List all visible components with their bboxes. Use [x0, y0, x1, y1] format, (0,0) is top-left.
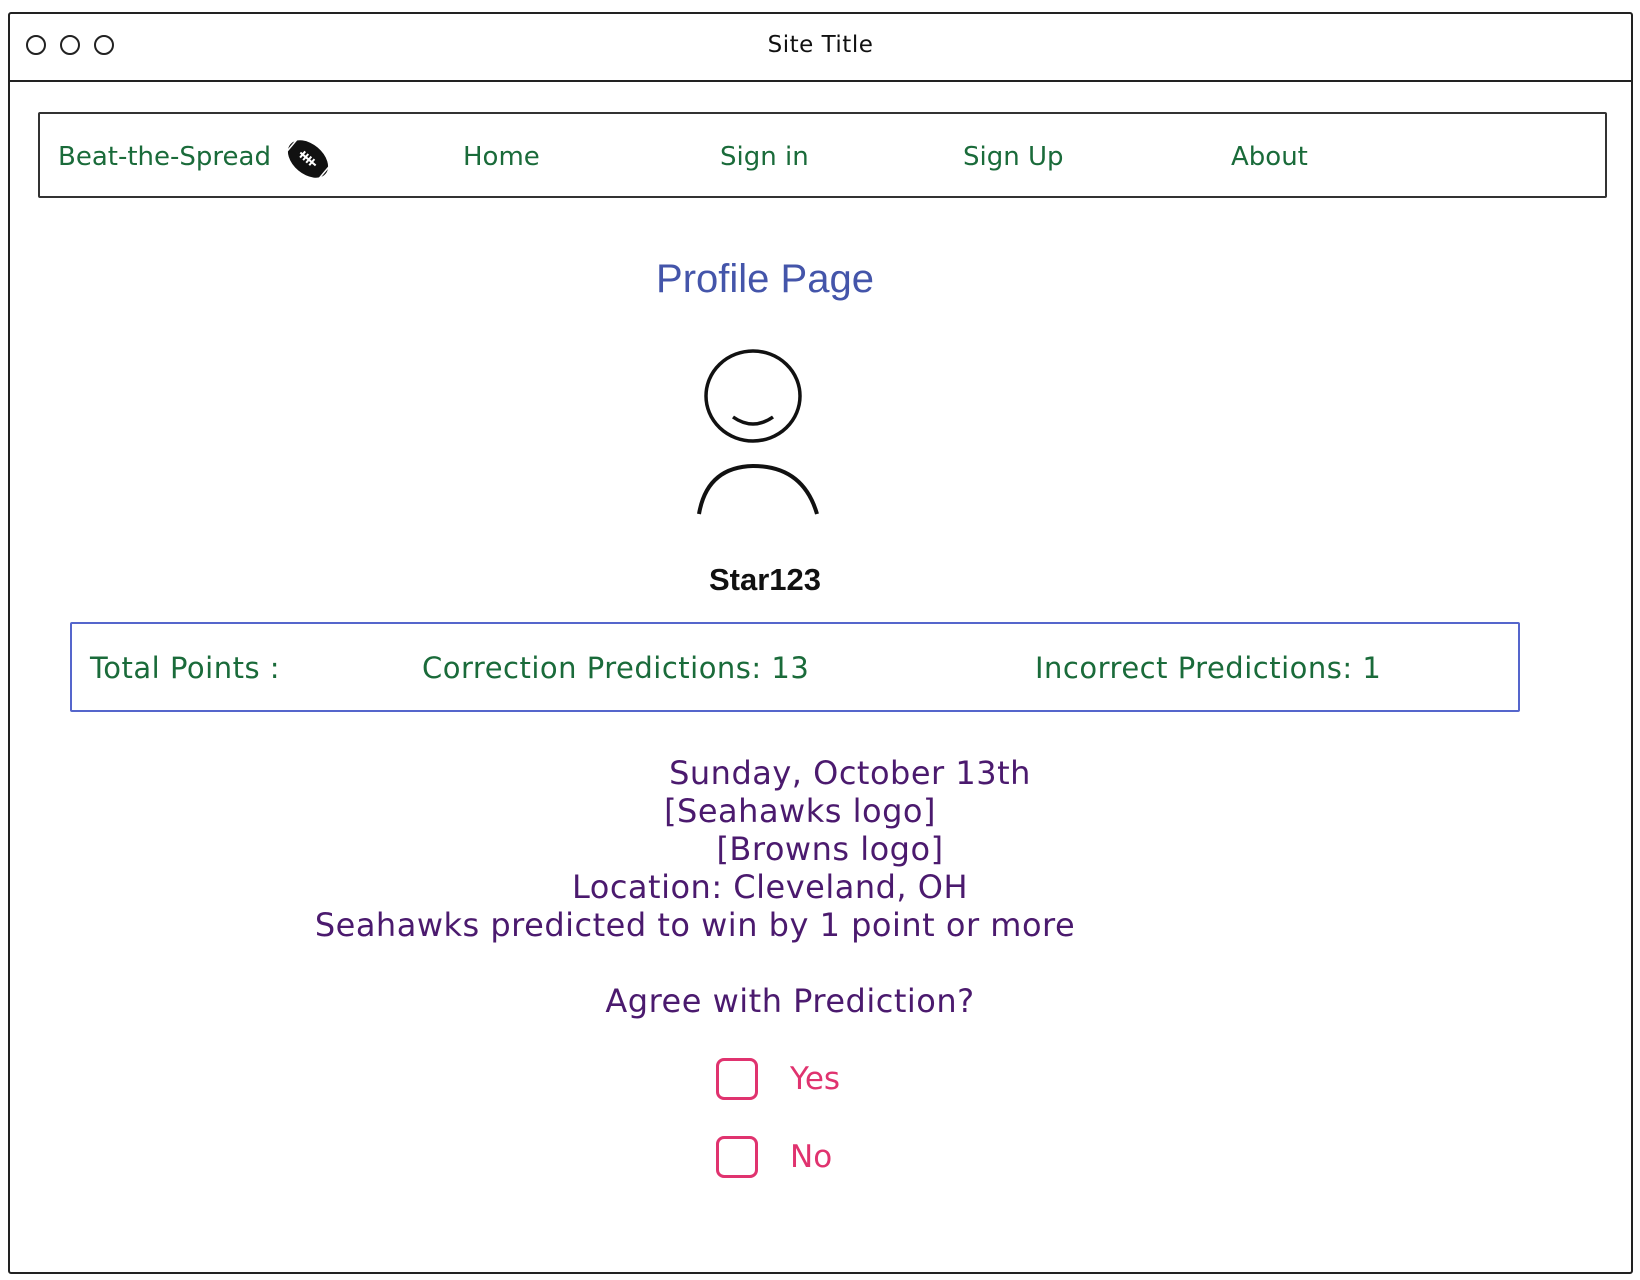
football-icon: [285, 138, 331, 180]
no-label[interactable]: No: [790, 1139, 832, 1175]
yes-label[interactable]: Yes: [790, 1061, 840, 1097]
incorrect-predictions: Incorrect Predictions: 1: [1035, 651, 1382, 685]
game-location: Location: Cleveland, OH: [571, 868, 969, 906]
game-card: Sunday, October 13th [Seahawks logo] [Br…: [210, 754, 1410, 944]
site-title: Site Title: [767, 32, 874, 58]
page-title: Profile Page: [656, 257, 874, 301]
stats-panel: Total Points : Correction Predictions: 1…: [70, 622, 1520, 712]
browser-window: Site Title Beat-the-Spread Home Sign in …: [8, 12, 1633, 1274]
option-yes[interactable]: Yes: [716, 1056, 840, 1102]
nav-sign-in[interactable]: Sign in: [720, 142, 809, 172]
window-titlebar: Site Title: [10, 14, 1631, 82]
total-points: Total Points :: [90, 651, 281, 685]
game-prediction: Seahawks predicted to win by 1 point or …: [314, 906, 1076, 944]
user-avatar-icon: [697, 349, 819, 515]
nav-sign-up[interactable]: Sign Up: [963, 142, 1064, 172]
agree-question: Agree with Prediction?: [605, 982, 975, 1020]
seahawks-logo: [Seahawks logo]: [664, 792, 936, 830]
brand-link[interactable]: Beat-the-Spread: [58, 142, 271, 172]
nav-about[interactable]: About: [1231, 142, 1308, 172]
nav-home[interactable]: Home: [463, 142, 540, 172]
option-no[interactable]: No: [716, 1134, 832, 1180]
navbar: Beat-the-Spread Home Sign in Sign Up Abo…: [38, 112, 1607, 198]
no-checkbox[interactable]: [716, 1136, 758, 1178]
browns-logo: [Browns logo]: [716, 830, 944, 868]
correct-predictions: Correction Predictions: 13: [422, 651, 810, 685]
game-date: Sunday, October 13th: [669, 754, 1031, 792]
username: Star123: [708, 562, 822, 597]
yes-checkbox[interactable]: [716, 1058, 758, 1100]
